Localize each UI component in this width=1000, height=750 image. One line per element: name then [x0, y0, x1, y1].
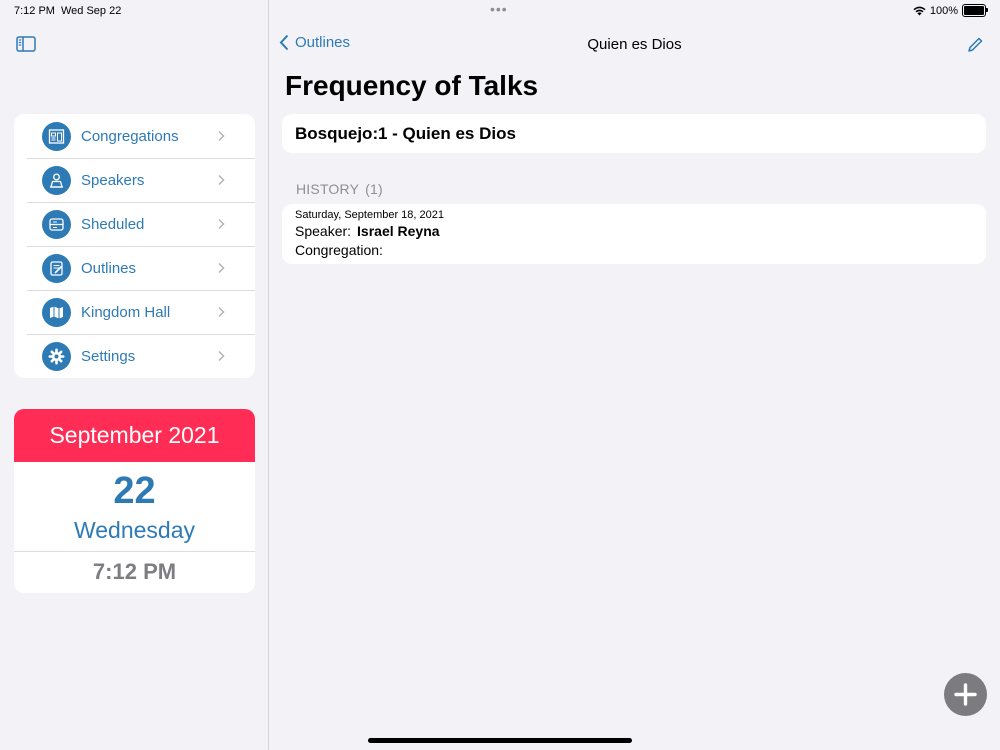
- history-date: Saturday, September 18, 2021: [295, 209, 445, 221]
- gear-icon: [42, 341, 71, 371]
- sidebar-item-label: Speakers: [81, 171, 145, 189]
- sidebar-item-label: Congregations: [81, 127, 179, 145]
- calendar-month-year: September 2021: [14, 409, 255, 462]
- history-header-label: HISTORY: [296, 181, 360, 197]
- chevron-right-icon: [218, 350, 225, 362]
- chevron-right-icon: [218, 174, 225, 186]
- sidebar-toggle-icon[interactable]: [16, 36, 36, 52]
- chevron-right-icon: [218, 306, 225, 318]
- sidebar-item-outlines[interactable]: Outlines: [14, 246, 255, 290]
- outline-card: Bosquejo: 1 - Quien es Dios: [282, 114, 986, 153]
- calendar-weekday: Wednesday: [73, 517, 196, 543]
- page-title: Frequency of Talks: [285, 70, 539, 101]
- home-indicator[interactable]: [368, 738, 632, 743]
- outline-label: Bosquejo:: [295, 124, 379, 143]
- detail-pane: Outlines Quien es Dios Frequency of Talk…: [269, 0, 1000, 750]
- speakers-icon: [42, 165, 71, 195]
- sidebar-item-speakers[interactable]: Speakers: [14, 158, 255, 202]
- sidebar-item-label: Kingdom Hall: [81, 303, 171, 321]
- sidebar-item-label: Sheduled: [81, 215, 145, 233]
- chevron-right-icon: [218, 262, 225, 274]
- history-entry[interactable]: Saturday, September 18, 2021 Speaker: Isr…: [282, 204, 986, 264]
- map-icon: [42, 297, 71, 327]
- sidebar-item-kingdom-hall[interactable]: Kingdom Hall: [14, 290, 255, 334]
- congregations-icon: [42, 121, 71, 151]
- outline-value: 1 - Quien es Dios: [378, 124, 516, 143]
- navigation-bar: Outlines Quien es Dios: [269, 30, 1000, 60]
- sidebar-item-congregations[interactable]: Congregations: [14, 114, 255, 158]
- calendar-widget: September 2021 22 Wednesday 7:12 PM: [14, 409, 255, 593]
- calendar-day: 22: [113, 470, 156, 512]
- calendar-time: 7:12 PM: [92, 559, 177, 584]
- add-button[interactable]: [944, 673, 987, 716]
- sidebar-item-scheduled[interactable]: Sheduled: [14, 202, 255, 246]
- speaker-name: Israel Reyna: [357, 223, 440, 239]
- sidebar-item-label: Settings: [81, 347, 136, 365]
- chevron-right-icon: [218, 130, 225, 142]
- sidebar: Congregations Speakers Sheduled Outlines: [0, 0, 269, 750]
- outlines-icon: [42, 253, 71, 283]
- nav-title: Quien es Dios: [587, 36, 682, 53]
- speaker-label: Speaker:: [295, 223, 352, 239]
- history-congregation-row: Congregation:: [295, 242, 383, 258]
- scheduled-icon: [42, 209, 71, 239]
- history-speaker-row: Speaker: Israel Reyna: [295, 223, 440, 239]
- chevron-right-icon: [218, 218, 225, 230]
- history-section-header: HISTORY (1): [296, 181, 383, 197]
- congregation-label: Congregation:: [295, 242, 383, 258]
- sidebar-item-settings[interactable]: Settings: [14, 334, 255, 378]
- calendar-divider: [14, 551, 255, 552]
- sidebar-item-label: Outlines: [81, 259, 137, 277]
- plus-icon: [954, 683, 977, 706]
- pencil-icon[interactable]: [966, 36, 984, 54]
- sidebar-menu: Congregations Speakers Sheduled Outlines: [14, 114, 255, 378]
- history-count: (1): [365, 181, 383, 197]
